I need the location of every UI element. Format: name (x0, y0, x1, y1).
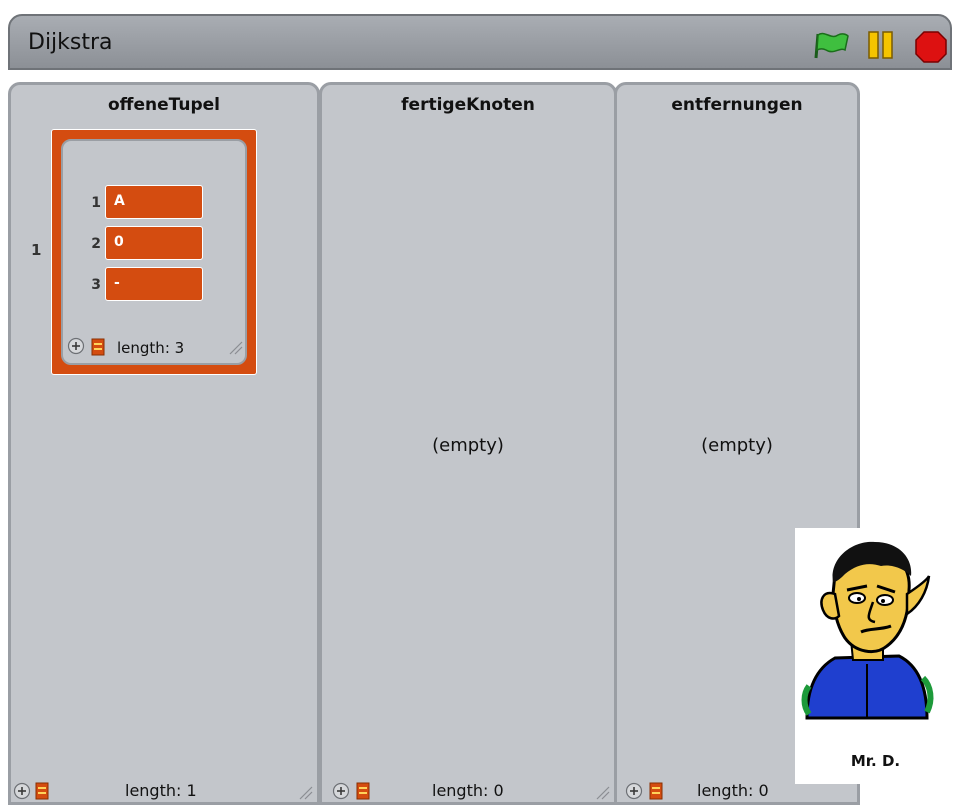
nested-list-row: 2 0 (63, 226, 243, 262)
list-icon (356, 782, 370, 800)
nested-list-row: 3 - (63, 267, 243, 303)
add-item-icon[interactable] (67, 337, 85, 355)
list-item[interactable]: 1 A 2 0 3 - length: 3 (51, 129, 257, 375)
resize-handle-icon[interactable] (594, 784, 610, 800)
nested-item-index: 1 (91, 195, 101, 211)
list-title: entfernungen (671, 95, 803, 115)
cartoon-character-icon (801, 541, 934, 720)
nested-item-cell[interactable]: A (105, 185, 203, 219)
stop-icon[interactable] (914, 30, 948, 64)
list-title: offeneTupel (108, 95, 220, 115)
sprite-mr-d[interactable]: Mr. D. (795, 528, 956, 784)
title-bar: Dijkstra (8, 14, 952, 70)
list-footer: length: 0 (322, 780, 614, 802)
list-watcher-offeneTupel[interactable]: offeneTupel 1 1 A 2 0 3 - length: 3 leng… (8, 82, 320, 805)
add-item-icon[interactable] (625, 782, 643, 800)
nested-item-cell[interactable]: - (105, 267, 203, 301)
nested-list-row: 1 A (63, 185, 243, 221)
nested-list-footer: length: 3 (67, 337, 243, 359)
list-icon (35, 782, 49, 800)
length-label: length: 0 (432, 781, 504, 800)
list-item-index: 1 (31, 241, 42, 259)
resize-handle-icon[interactable] (227, 339, 243, 355)
project-title: Dijkstra (28, 30, 113, 55)
empty-label: (empty) (432, 435, 504, 456)
list-title: fertigeKnoten (401, 95, 535, 115)
pause-icon[interactable] (866, 30, 896, 60)
list-icon (649, 782, 663, 800)
length-label: length: 1 (125, 781, 197, 800)
nested-item-index: 2 (91, 236, 101, 252)
length-label: length: 0 (697, 781, 769, 800)
stage: Dijkstra offeneTupel 1 1 A 2 0 3 - lengt… (0, 0, 956, 805)
green-flag-icon[interactable] (812, 30, 850, 60)
nested-item-index: 3 (91, 277, 101, 293)
list-footer: length: 1 (11, 780, 317, 802)
nested-list-watcher[interactable]: 1 A 2 0 3 - length: 3 (61, 139, 247, 365)
list-icon (91, 338, 105, 356)
list-watcher-fertigeKnoten[interactable]: fertigeKnoten (empty) length: 0 (319, 82, 617, 805)
add-item-icon[interactable] (13, 782, 31, 800)
sprite-name-label: Mr. D. (850, 752, 901, 770)
add-item-icon[interactable] (332, 782, 350, 800)
resize-handle-icon[interactable] (297, 784, 313, 800)
length-label: length: 3 (117, 339, 185, 357)
nested-item-cell[interactable]: 0 (105, 226, 203, 260)
empty-label: (empty) (701, 435, 773, 456)
